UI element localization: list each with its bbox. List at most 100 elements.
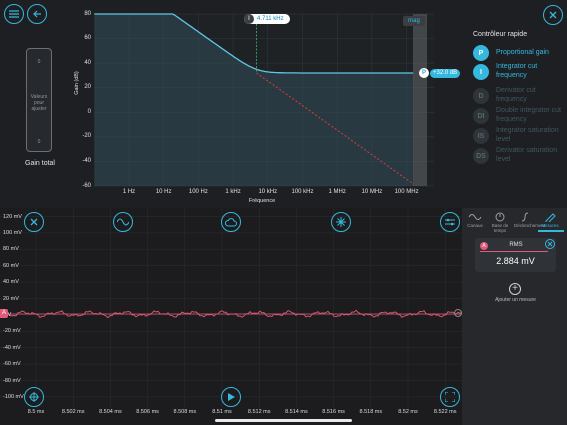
y-tick-label: 80 mV bbox=[3, 246, 19, 253]
y-tick-label: 20 mV bbox=[3, 295, 19, 302]
x-tick-label: 8.508 ms bbox=[173, 409, 197, 415]
x-tick-label: 8.514 ms bbox=[285, 409, 308, 415]
y-tick-label: 60 mV bbox=[3, 262, 19, 269]
controller-item-badge: IS bbox=[473, 128, 489, 144]
ruler-icon bbox=[545, 213, 556, 222]
cursor-badge-letter: I bbox=[244, 14, 254, 24]
crosshair-icon bbox=[29, 392, 39, 402]
tab-label: Base de temps bbox=[491, 223, 509, 233]
y-axis-label: Gain (dB) bbox=[74, 71, 80, 95]
x-tick-label: 8.518 ms bbox=[359, 409, 383, 415]
controller-item[interactable]: DS Derivator saturation level bbox=[473, 147, 567, 168]
y-tick-label: 40 bbox=[84, 59, 91, 66]
controller-item-label: Double integrator cut frequency bbox=[496, 107, 561, 123]
expand-icon bbox=[445, 392, 455, 402]
play-icon bbox=[228, 393, 235, 401]
y-tick-label: -60 mV bbox=[3, 361, 21, 368]
controller-item-badge: DS bbox=[473, 148, 489, 164]
burst-icon bbox=[336, 217, 346, 227]
x-tick-label: 8.516 ms bbox=[322, 409, 345, 415]
trigger-icon bbox=[521, 212, 529, 222]
controller-item[interactable]: P Proportional gain bbox=[473, 45, 567, 65]
magnitude-band bbox=[413, 14, 427, 186]
channel-a-marker[interactable]: A bbox=[0, 309, 8, 318]
controller-item[interactable]: IS Integrator saturation level bbox=[473, 127, 567, 148]
channels-icon bbox=[468, 214, 482, 220]
y-tick-label: 40 mV bbox=[3, 279, 19, 286]
x-tick-label: 8.506 ms bbox=[136, 409, 159, 415]
home-indicator bbox=[215, 419, 352, 422]
controller-item-badge: I bbox=[473, 64, 489, 80]
y-tick-label: -20 mV bbox=[3, 328, 21, 335]
controller-item-label: Derivator cut frequency bbox=[496, 87, 536, 103]
cloud-icon bbox=[225, 217, 237, 226]
p-marker-letter: P bbox=[419, 68, 429, 78]
proportional-marker[interactable]: P +32.0 dB bbox=[419, 68, 463, 78]
y-tick-label: 0 bbox=[87, 108, 91, 115]
cursor-frequency-value: 4.711 kHz bbox=[257, 16, 284, 22]
measure-value: 2.884 mV bbox=[496, 256, 535, 266]
measure-channel-badge: A bbox=[480, 242, 488, 250]
y-tick-label: 80 bbox=[84, 10, 91, 17]
settings-button[interactable] bbox=[440, 212, 460, 232]
x-tick-label: 8.5 ms bbox=[27, 409, 45, 415]
controller-item-label: Derivator saturation level bbox=[496, 147, 558, 163]
tab-label: Mesures bbox=[541, 223, 559, 228]
sine-wave-icon bbox=[117, 218, 129, 226]
tab-trigger[interactable]: Déclenchement bbox=[514, 212, 545, 228]
p-marker-value: +32.0 dB bbox=[430, 68, 461, 78]
y-tick-label: -80 mV bbox=[3, 377, 21, 384]
tab-timebase[interactable]: Base de temps bbox=[489, 212, 511, 233]
y-tick-label: 20 bbox=[84, 84, 91, 91]
controller-item-label: Integrator cut frequency bbox=[496, 63, 538, 79]
remove-measure-button[interactable] bbox=[545, 239, 555, 249]
sliders-icon bbox=[445, 218, 455, 226]
measure-divider bbox=[480, 251, 548, 252]
y-tick-label: -40 bbox=[82, 157, 91, 164]
x-tick-label: 100 MHz bbox=[394, 189, 419, 195]
y-tick-label: -20 bbox=[82, 133, 91, 140]
close-icon bbox=[30, 218, 38, 226]
mag-label[interactable]: mag bbox=[403, 16, 425, 26]
close-icon bbox=[547, 241, 553, 247]
y-tick-label: -60 bbox=[82, 182, 91, 189]
bode-panel: 0 Valeurs pour ajuster 0 Gain total Gain… bbox=[0, 0, 567, 208]
y-tick-label: -100 mV bbox=[3, 393, 24, 400]
controller-item-label: Integrator saturation level bbox=[496, 127, 559, 143]
trigger-button[interactable] bbox=[331, 212, 351, 232]
measure-name: RMS bbox=[509, 242, 523, 248]
add-measure-button[interactable]: + bbox=[509, 283, 521, 295]
x-tick-label: 8.51 ms bbox=[212, 409, 232, 415]
y-tick-label: 120 mV bbox=[3, 213, 22, 220]
measurement-card[interactable]: A RMS 2.884 mV bbox=[475, 238, 556, 272]
grid-button[interactable] bbox=[24, 387, 44, 407]
frequency-cursor-badge[interactable]: I 4.711 kHz bbox=[244, 14, 290, 24]
controller-item-badge: DI bbox=[473, 108, 489, 124]
y-tick-label: 100 mV bbox=[3, 229, 22, 236]
fullscreen-button[interactable] bbox=[440, 387, 460, 407]
trigger-marker[interactable] bbox=[454, 309, 462, 317]
x-tick-label: 8.52 ms bbox=[398, 409, 418, 415]
controller-item-badge: D bbox=[473, 88, 489, 104]
cloud-button[interactable] bbox=[221, 212, 241, 232]
tab-ruler[interactable]: Mesures bbox=[539, 212, 561, 228]
controller-item[interactable]: DI Double integrator cut frequency bbox=[473, 107, 567, 128]
close-icon bbox=[549, 11, 557, 19]
timebase-icon bbox=[495, 212, 505, 222]
tab-label: Canaux bbox=[467, 223, 483, 228]
close-scope-button[interactable] bbox=[24, 212, 44, 232]
tab-channels[interactable]: Canaux bbox=[464, 212, 486, 228]
controller-title: Contrôleur rapide bbox=[473, 31, 528, 38]
controller-item-label: Proportional gain bbox=[496, 49, 549, 56]
play-button[interactable] bbox=[221, 387, 241, 407]
x-axis-label: Fréquence bbox=[248, 198, 276, 204]
close-button[interactable] bbox=[543, 5, 563, 25]
controller-item[interactable]: D Derivator cut frequency bbox=[473, 87, 567, 108]
active-tab-indicator bbox=[538, 230, 564, 232]
controller-item[interactable]: I Integrator cut frequency bbox=[473, 63, 567, 84]
waveform-button[interactable] bbox=[113, 212, 133, 232]
x-tick-label: 8.522 ms bbox=[433, 409, 457, 415]
x-tick-label: 8.502 ms bbox=[61, 409, 85, 415]
add-measure-label[interactable]: Ajouter un mesure bbox=[475, 297, 556, 303]
y-tick-label: 60 bbox=[84, 35, 91, 42]
